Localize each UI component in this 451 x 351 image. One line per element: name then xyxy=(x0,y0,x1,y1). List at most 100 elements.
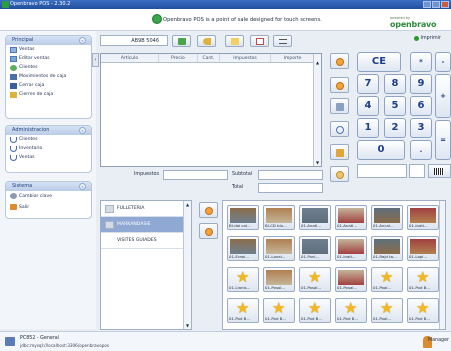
product-button[interactable]: 01-Inatl... xyxy=(407,205,439,230)
new-ticket-icon xyxy=(178,38,186,45)
product-button[interactable]: ★ 01-Pod B... xyxy=(227,298,259,323)
product-button[interactable]: 01-Inatl... xyxy=(335,236,367,261)
keypad-5-button[interactable]: 5 xyxy=(384,96,406,116)
product-scrollbar[interactable] xyxy=(439,201,445,329)
product-button[interactable]: 01-Rajd ta... xyxy=(371,236,403,261)
ticket-scrollbar[interactable]: ▲ ▼ xyxy=(313,54,321,166)
arrow-icon xyxy=(203,38,211,45)
menu-item-close-cash[interactable]: Cerrar caja xyxy=(6,81,91,90)
barcode-button[interactable] xyxy=(428,164,451,178)
keypad-clear-button[interactable]: CE xyxy=(357,52,401,72)
product-button[interactable]: 01-Eraal... xyxy=(227,236,259,261)
product-button[interactable]: 01-Ponl... xyxy=(299,236,331,261)
product-button[interactable]: ★ 01-Posal... xyxy=(299,267,331,292)
collapse-sidebar-button[interactable]: ‹ xyxy=(92,53,99,67)
scroll-down-arrow-icon[interactable]: ▼ xyxy=(314,160,321,165)
product-grid[interactable]: BI-dai cal... BI-CD blu... 01-Anatl... 01-A… xyxy=(222,200,446,330)
product-button[interactable]: ★ 01-Pod B... xyxy=(335,298,367,323)
keypad-6-button[interactable]: 6 xyxy=(410,96,432,116)
up-arrow-icon xyxy=(205,207,213,215)
product-image xyxy=(338,239,364,254)
menu-item-cash-movements[interactable]: Movimientos de caja xyxy=(6,72,91,81)
keypad-4-button[interactable]: 4 xyxy=(357,96,379,116)
star-product-icon: ★ xyxy=(380,268,394,286)
product-button[interactable]: 01-Ancal... xyxy=(371,205,403,230)
collapse-icon[interactable]: « xyxy=(79,183,86,190)
product-button[interactable]: ★ 01-Pod B... xyxy=(263,298,295,323)
keypad-3-button[interactable]: 3 xyxy=(410,118,432,138)
delete-ticket-button[interactable] xyxy=(197,35,216,47)
category-item[interactable]: FULLETERIA xyxy=(101,201,191,217)
maximize-button[interactable] xyxy=(432,1,440,8)
menu-item-inventory[interactable]: Inventario xyxy=(6,144,91,153)
keypad-plus-button[interactable]: + xyxy=(435,74,451,118)
product-button[interactable]: ★ 01-Poal... xyxy=(371,298,403,323)
amount-input[interactable] xyxy=(357,164,407,178)
menu-item-customers[interactable]: Clientes xyxy=(6,63,91,72)
brand-logo: powered by openbravo xyxy=(390,16,437,29)
product-button[interactable]: 01-Anatl... xyxy=(335,205,367,230)
product-button[interactable]: BI-dai cal... xyxy=(227,205,259,230)
list-button[interactable] xyxy=(273,35,292,47)
menu-item-edit-sales[interactable]: Editar ventas xyxy=(6,54,91,63)
keypad-1-button[interactable]: 1 xyxy=(357,118,379,138)
scroll-down-arrow-icon[interactable]: ▼ xyxy=(184,323,191,328)
keypad-decimal-button[interactable]: . xyxy=(410,140,432,160)
scroll-up-arrow-icon[interactable]: ▲ xyxy=(184,202,191,207)
print-button[interactable]: Imprimir xyxy=(414,36,441,42)
product-button[interactable]: 01-Posal... xyxy=(335,267,367,292)
search-product-button[interactable] xyxy=(330,121,349,137)
menu-item-admin-sales[interactable]: Ventas xyxy=(6,153,91,162)
panel-admin-header[interactable]: Administracion « xyxy=(6,126,91,135)
menu-item-cash-closings[interactable]: Cierres de caja xyxy=(6,90,91,99)
category-item-selected[interactable]: MARKANDASIE xyxy=(101,217,191,233)
keypad-2-button[interactable]: 2 xyxy=(384,118,406,138)
keypad-9-button[interactable]: 9 xyxy=(410,74,432,94)
category-item[interactable]: VISITES GUIADES xyxy=(101,233,191,249)
keypad-8-button[interactable]: 8 xyxy=(384,74,406,94)
product-button[interactable]: ★ 01-Pod B... xyxy=(407,298,439,323)
panel-system-header[interactable]: Sistema « xyxy=(6,182,91,191)
product-button[interactable]: ★ 01-Pod B... xyxy=(407,267,439,292)
window-titlebar: Openbravo POS - 2.30.2 xyxy=(0,0,451,9)
edit-line-button[interactable] xyxy=(330,144,349,160)
category-scrollbar[interactable]: ▲ ▼ xyxy=(183,201,191,329)
keypad-multiply-button[interactable]: * xyxy=(410,52,432,72)
keypad-minus-button[interactable]: - xyxy=(435,52,451,72)
ticket-lines-table[interactable]: Artículo Precio Cant. Impuestos Importe … xyxy=(100,53,322,167)
product-button[interactable]: ★ 01-Llanis... xyxy=(227,267,259,292)
product-button[interactable]: 01-Lonal... xyxy=(263,236,295,261)
category-list[interactable]: FULLETERIA MARKANDASIE VISITES GUIADES ▲… xyxy=(100,200,192,330)
menu-item-change-password[interactable]: Cambiar clave xyxy=(6,191,91,202)
product-button[interactable]: 01-Posol... xyxy=(263,267,295,292)
product-button[interactable]: ★ 01-Pod B... xyxy=(299,298,331,323)
open-tickets-button[interactable] xyxy=(225,35,244,47)
collapse-icon[interactable]: « xyxy=(79,127,86,134)
product-button[interactable]: ★ 01-Poal... xyxy=(371,267,403,292)
increase-quantity-button[interactable] xyxy=(330,53,349,69)
quantity-input[interactable] xyxy=(409,164,425,178)
keypad-7-button[interactable]: 7 xyxy=(357,74,379,94)
panel-main-header[interactable]: Principal « xyxy=(6,36,91,45)
subcategory-down-button[interactable] xyxy=(199,223,218,239)
keypad-equals-button[interactable]: = xyxy=(435,120,451,160)
menu-item-exit[interactable]: Salir xyxy=(6,202,91,213)
product-button[interactable]: 01-Anatl... xyxy=(299,205,331,230)
close-button[interactable] xyxy=(441,1,449,8)
new-ticket-button[interactable] xyxy=(172,35,191,47)
edit-ticket-button[interactable] xyxy=(250,35,269,47)
minimize-button[interactable] xyxy=(423,1,431,8)
collapse-icon[interactable]: « xyxy=(79,37,86,44)
scroll-up-arrow-icon[interactable]: ▲ xyxy=(314,60,321,65)
attributes-button[interactable] xyxy=(330,166,349,182)
menu-item-sales[interactable]: Ventas xyxy=(6,45,91,54)
product-button[interactable]: 01-Lopl... xyxy=(407,236,439,261)
product-button[interactable]: BI-CD blu... xyxy=(263,205,295,230)
menu-item-admin-customers[interactable]: Clientes xyxy=(6,135,91,144)
subcategory-up-button[interactable] xyxy=(199,202,218,218)
product-label: 01-Ancal... xyxy=(373,223,394,228)
decrease-quantity-button[interactable] xyxy=(330,77,349,93)
delete-line-button[interactable] xyxy=(330,98,349,114)
keypad-0-button[interactable]: 0 xyxy=(357,140,405,160)
ticket-number-field[interactable]: AB9B 5046 xyxy=(100,35,168,46)
